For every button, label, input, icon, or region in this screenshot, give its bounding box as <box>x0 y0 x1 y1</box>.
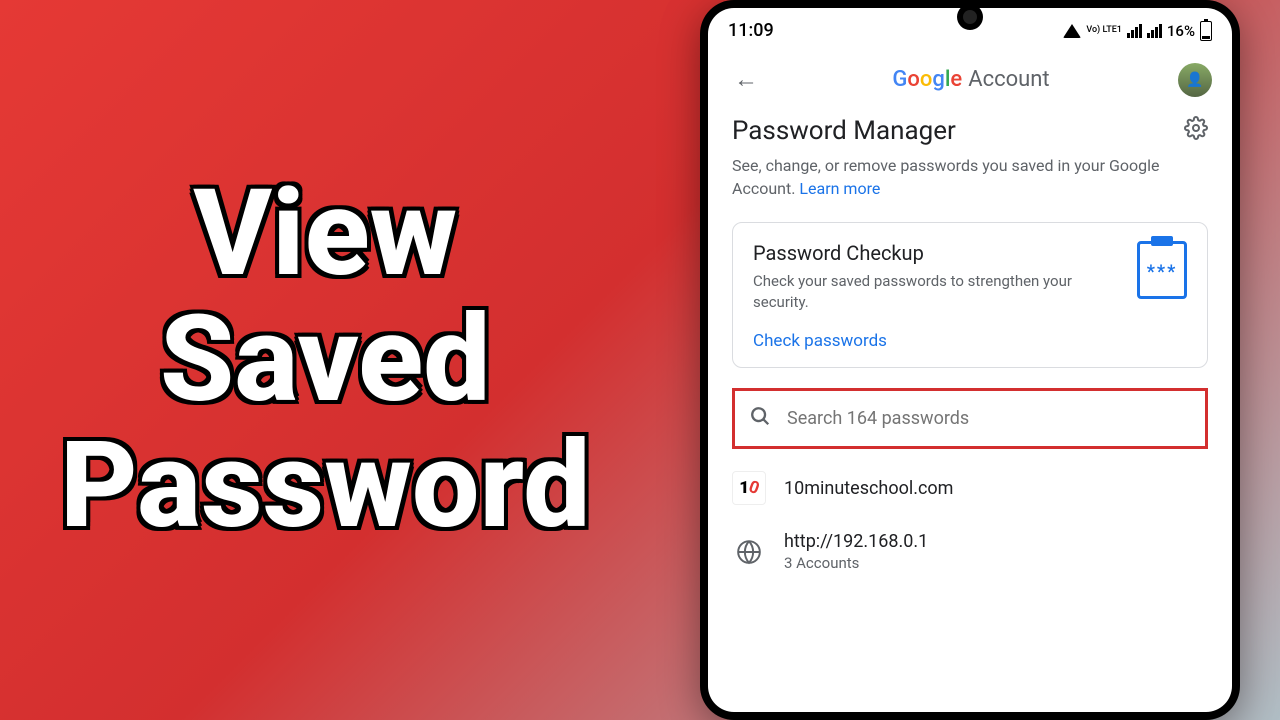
page-description: See, change, or remove passwords you sav… <box>732 154 1208 200</box>
status-icons: Vo) LTE1 16% <box>1063 21 1212 41</box>
thumbnail-title: View Saved Password <box>60 171 591 549</box>
google-logo: Google <box>892 67 962 92</box>
signal-icon-2 <box>1147 24 1162 38</box>
checkup-description: Check your saved passwords to strengthen… <box>753 271 1123 313</box>
settings-button[interactable] <box>1184 116 1208 146</box>
password-list: 10 10minuteschool.com http://192.168.0.1… <box>708 449 1232 582</box>
signal-icon-1 <box>1127 24 1142 38</box>
site-name: http://192.168.0.1 <box>784 531 928 552</box>
wifi-icon <box>1063 24 1081 38</box>
check-passwords-link[interactable]: Check passwords <box>753 331 1187 351</box>
profile-avatar[interactable]: 👤 <box>1178 63 1212 97</box>
phone-screen: 11:09 Vo) LTE1 16% ← Google Account 👤 Pa… <box>708 8 1232 712</box>
learn-more-link[interactable]: Learn more <box>799 179 880 198</box>
gear-icon <box>1184 116 1208 140</box>
lte-label: Vo) LTE1 <box>1086 26 1122 35</box>
search-icon <box>749 405 771 432</box>
battery-percent: 16% <box>1167 22 1195 40</box>
password-manager-section: Password Manager See, change, or remove … <box>708 116 1232 368</box>
site-name: 10minuteschool.com <box>784 478 953 499</box>
search-input[interactable] <box>787 408 1191 429</box>
search-passwords-field[interactable] <box>732 388 1208 449</box>
phone-frame: 11:09 Vo) LTE1 16% ← Google Account 👤 Pa… <box>700 0 1240 720</box>
status-time: 11:09 <box>728 20 774 41</box>
password-checkup-card: Password Checkup Check your saved passwo… <box>732 222 1208 368</box>
page-title: Password Manager <box>732 116 956 146</box>
site-sub: 3 Accounts <box>784 554 928 572</box>
clipboard-icon <box>1137 241 1187 299</box>
camera-cutout <box>957 4 983 30</box>
list-item[interactable]: 10 10minuteschool.com <box>732 455 1208 515</box>
checkup-title: Password Checkup <box>753 241 1123 265</box>
list-item[interactable]: http://192.168.0.1 3 Accounts <box>732 515 1208 582</box>
app-title: Google Account <box>892 67 1049 92</box>
site-favicon: 10 <box>732 471 766 505</box>
back-button[interactable]: ← <box>728 59 764 100</box>
battery-icon <box>1200 21 1212 41</box>
app-header: ← Google Account 👤 <box>708 49 1232 116</box>
globe-icon <box>732 535 766 569</box>
